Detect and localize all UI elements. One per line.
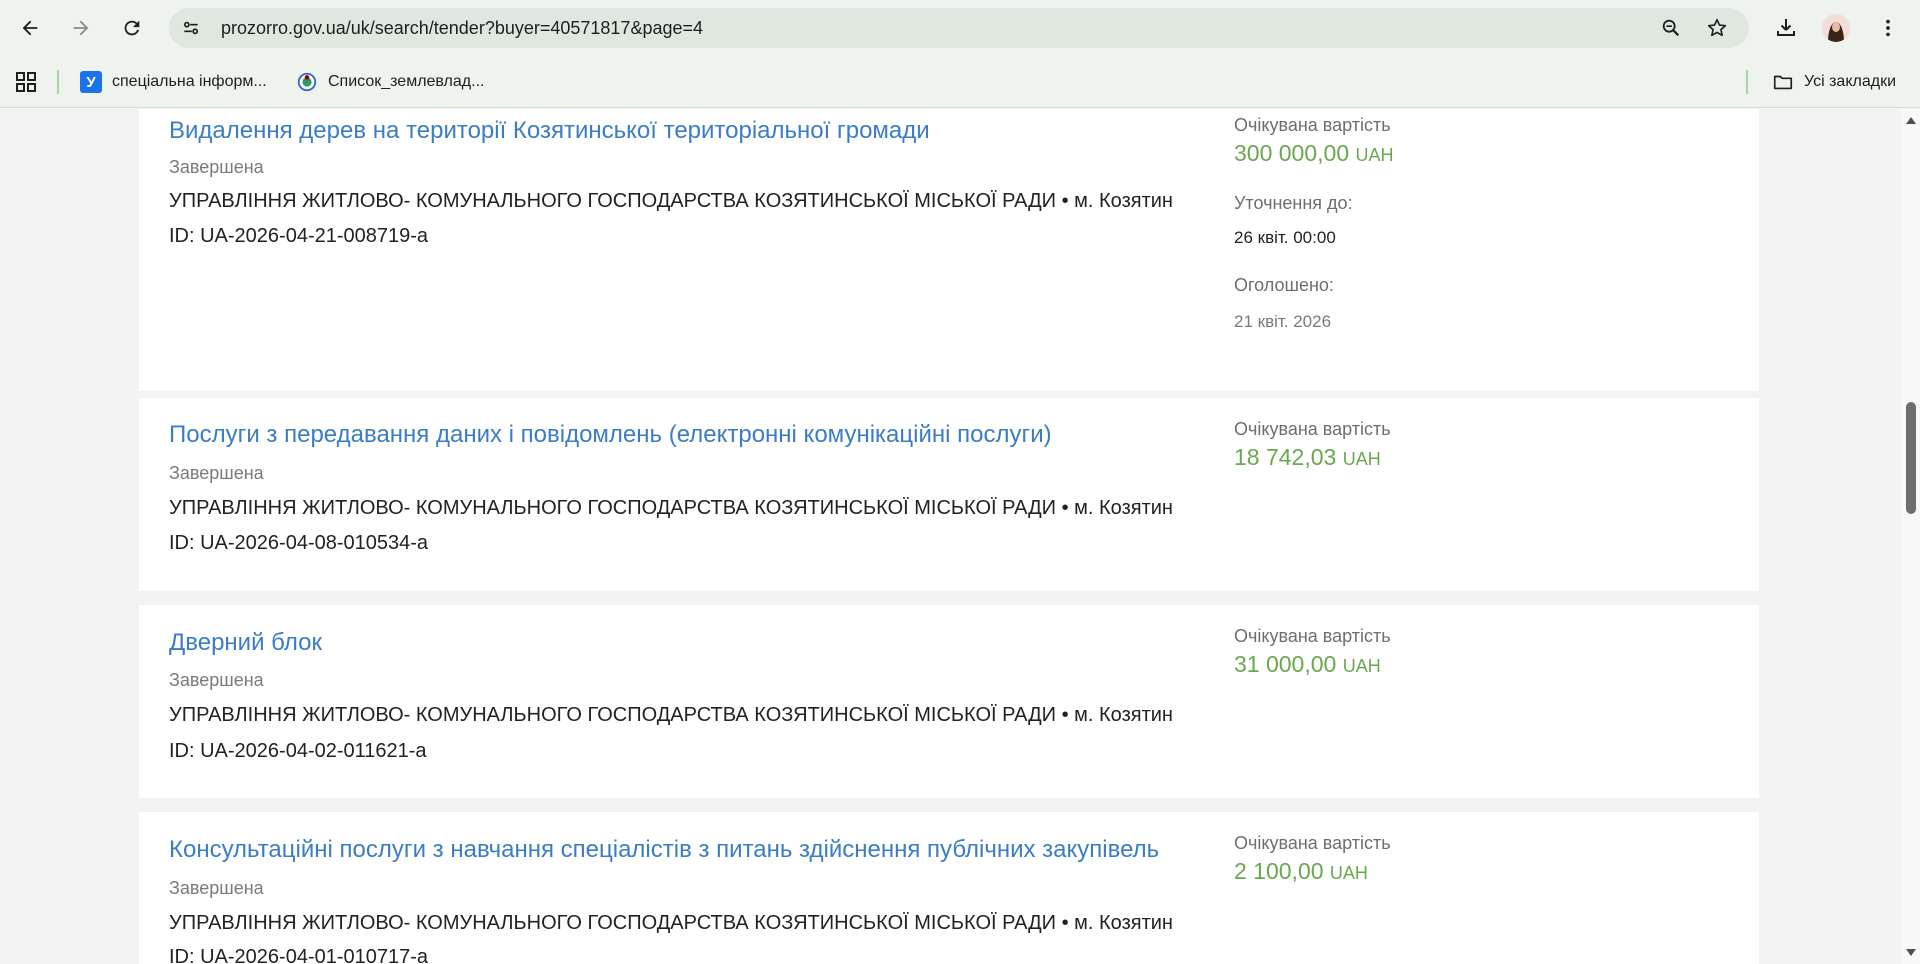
currency-label: UAH — [1342, 656, 1381, 676]
expected-value-amount: 300 000,00 UAH — [1234, 140, 1394, 166]
forward-button[interactable] — [63, 10, 99, 46]
expected-value-label: Очікувана вартість — [1234, 419, 1391, 439]
site-info-icon — [183, 21, 199, 35]
apps-button[interactable] — [14, 66, 38, 98]
avatar — [1822, 14, 1850, 42]
scrollbar-thumb[interactable] — [1906, 402, 1916, 514]
tender-card: Видалення дерев на території Козятинсько… — [139, 109, 1759, 391]
all-bookmarks-label: Усі закладки — [1804, 73, 1897, 90]
tender-buyer: УПРАВЛІННЯ ЖИТЛОВО- КОМУНАЛЬНОГО ГОСПОДА… — [169, 912, 1173, 934]
tender-status: Завершена — [169, 878, 264, 898]
scroll-up-arrow-icon[interactable] — [1906, 117, 1916, 124]
clarification-label: Уточнення до: — [1234, 193, 1353, 213]
bookmark-item-land-list[interactable]: Список_землевлад... — [296, 66, 484, 98]
zoom-button[interactable] — [1657, 14, 1685, 42]
expected-value-amount: 2 100,00 UAH — [1234, 858, 1368, 884]
address-bar[interactable]: prozorro.gov.ua/uk/search/tender?buyer=4… — [169, 8, 1749, 48]
tender-title-link[interactable]: Консультаційні послуги з навчання спеціа… — [169, 836, 1159, 864]
bookmark-separator — [1746, 70, 1748, 94]
star-icon — [1707, 18, 1727, 37]
expected-value-label: Очікувана вартість — [1234, 833, 1391, 853]
announced-value: 21 квіт. 2026 — [1234, 312, 1332, 331]
bookmark-label: спеціальна інформ... — [112, 73, 267, 90]
tender-id: ID: UA-2026-04-02-011621-a — [169, 740, 427, 762]
expected-value-label: Очікувана вартість — [1234, 115, 1391, 135]
forward-icon — [73, 20, 89, 36]
bookmark-label: Список_землевлад... — [328, 73, 485, 90]
browser-toolbar: prozorro.gov.ua/uk/search/tender?buyer=4… — [0, 0, 1920, 56]
wiki-icon — [297, 72, 317, 92]
bookmarks-bar: У спеціальна інформ... Список_землевлад.… — [0, 56, 1920, 108]
expected-value-label: Очікувана вартість — [1234, 626, 1391, 646]
tender-id: ID: UA-2026-04-21-008719-a — [169, 225, 429, 247]
scroll-down-arrow-icon[interactable] — [1906, 949, 1916, 956]
currency-label: UAH — [1355, 145, 1394, 165]
announced-label: Оголошено: — [1234, 275, 1334, 295]
menu-icon — [1886, 19, 1890, 37]
zoom-icon — [1662, 19, 1680, 37]
tender-status: Завершена — [169, 463, 264, 483]
tender-status: Завершена — [169, 157, 264, 177]
tender-title-link[interactable]: Видалення дерев на території Козятинсько… — [169, 117, 930, 145]
u-favicon-icon: У — [80, 71, 102, 93]
folder-icon — [1773, 75, 1793, 90]
tender-title-link[interactable]: Дверний блок — [169, 629, 322, 657]
tender-status: Завершена — [169, 670, 264, 690]
download-icon — [1777, 19, 1795, 36]
apps-grid-icon — [16, 72, 36, 92]
tender-card: Послуги з передавання даних і повідомлен… — [139, 398, 1759, 591]
browser-menu-button[interactable] — [1870, 10, 1906, 46]
tender-id: ID: UA-2026-04-01-010717-a — [169, 946, 429, 964]
reload-icon — [124, 20, 140, 36]
clarification-value: 26 квіт. 00:00 — [1234, 228, 1336, 247]
tender-id: ID: UA-2026-04-08-010534-a — [169, 532, 429, 554]
reload-button[interactable] — [114, 10, 150, 46]
url-text[interactable]: prozorro.gov.ua/uk/search/tender?buyer=4… — [221, 8, 703, 48]
tender-card: Консультаційні послуги з навчання спеціа… — [139, 812, 1759, 964]
all-bookmarks-button[interactable]: Усі закладки — [1772, 66, 1896, 98]
back-icon — [22, 20, 38, 36]
currency-label: UAH — [1342, 449, 1381, 469]
back-button[interactable] — [12, 10, 48, 46]
expected-value-amount: 18 742,03 UAH — [1234, 444, 1381, 470]
bookmark-star-button[interactable] — [1703, 14, 1731, 42]
page-content: Видалення дерев на території Козятинсько… — [0, 109, 1902, 964]
tender-buyer: УПРАВЛІННЯ ЖИТЛОВО- КОМУНАЛЬНОГО ГОСПОДА… — [169, 190, 1173, 212]
downloads-button[interactable] — [1768, 10, 1804, 46]
tender-buyer: УПРАВЛІННЯ ЖИТЛОВО- КОМУНАЛЬНОГО ГОСПОДА… — [169, 497, 1173, 519]
page-scrollbar[interactable] — [1902, 109, 1920, 964]
currency-label: UAH — [1329, 863, 1368, 883]
expected-value-amount: 31 000,00 UAH — [1234, 651, 1381, 677]
tender-title-link[interactable]: Послуги з передавання даних і повідомлен… — [169, 421, 1052, 449]
site-info-button[interactable] — [177, 14, 205, 42]
bookmark-item-special-info[interactable]: У спеціальна інформ... — [80, 66, 267, 98]
profile-button[interactable] — [1818, 10, 1854, 46]
tender-card: Дверний блок Завершена УПРАВЛІННЯ ЖИТЛОВ… — [139, 605, 1759, 798]
bookmark-separator — [57, 70, 59, 94]
tender-buyer: УПРАВЛІННЯ ЖИТЛОВО- КОМУНАЛЬНОГО ГОСПОДА… — [169, 704, 1173, 726]
